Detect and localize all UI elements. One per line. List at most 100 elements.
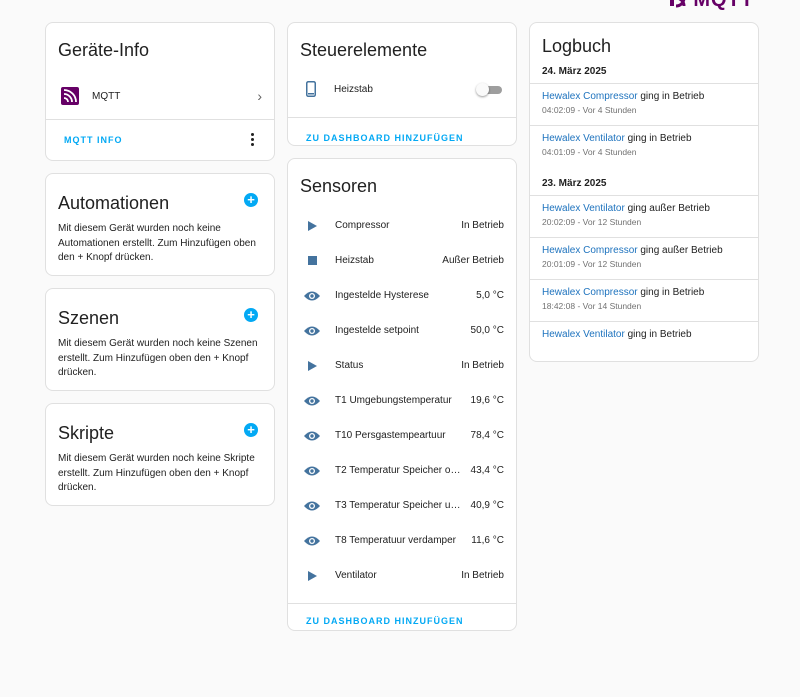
add-sensors-to-dashboard-button[interactable]: ZU DASHBOARD HINZUFÜGEN	[296, 610, 474, 630]
mqtt-logo-icon	[670, 0, 686, 8]
sensor-value: In Betrieb	[461, 570, 504, 581]
automations-empty-text: Mit diesem Gerät wurden noch keine Autom…	[58, 223, 256, 263]
chevron-right-icon: ›	[257, 88, 262, 104]
eye-icon	[303, 291, 321, 301]
more-vert-icon[interactable]	[242, 133, 262, 146]
log-entry: Hewalex Ventilator ging außer Betrieb 20:…	[530, 195, 758, 237]
sensor-row[interactable]: T10 Persgastempeartuur 78,4 °C	[288, 418, 516, 453]
sensor-name: T1 Umgebungstemperatur	[335, 395, 452, 406]
device-info-actions: MQTT INFO	[46, 119, 274, 159]
sensor-row[interactable]: Ventilator In Betrieb	[288, 558, 516, 593]
eye-icon	[303, 466, 321, 476]
add-scene-button[interactable]: +	[244, 308, 258, 322]
controls-card: Steuerelemente Heizstab ZU DASHBOARD HIN…	[287, 22, 517, 146]
mqtt-logo: MQTT	[670, 0, 754, 11]
log-time: 20:02:09 - Vor 12 Stunden	[542, 217, 642, 227]
log-entity-link[interactable]: Hewalex Ventilator	[542, 329, 625, 340]
add-automation-button[interactable]: +	[244, 193, 258, 207]
eye-icon	[303, 396, 321, 406]
log-time: 04:02:09 - Vor 4 Stunden	[542, 105, 637, 115]
add-to-dashboard-button[interactable]: ZU DASHBOARD HINZUFÜGEN	[296, 127, 474, 146]
log-entry: Hewalex Compressor ging in Betrieb 18:42:…	[530, 279, 758, 321]
sensor-name: T2 Temperatur Speicher oben	[335, 465, 465, 476]
log-message: Hewalex Compressor ging in Betrieb	[542, 90, 746, 103]
sensor-row[interactable]: Heizstab Außer Betrieb	[288, 243, 516, 278]
sensor-row[interactable]: Compressor In Betrieb	[288, 208, 516, 243]
log-text: ging in Betrieb	[624, 329, 692, 340]
column-logbook: Logbuch 24. März 2025 Hewalex Compressor …	[529, 22, 759, 374]
control-row-heizstab[interactable]: Heizstab	[288, 73, 516, 105]
sensor-row[interactable]: T8 Temperatuur verdamper 11,6 °C	[288, 523, 516, 558]
sensors-actions: ZU DASHBOARD HINZUFÜGEN	[288, 603, 516, 630]
log-text: ging in Betrieb	[624, 133, 692, 144]
add-script-button[interactable]: +	[244, 423, 258, 437]
log-message: Hewalex Ventilator ging in Betrieb	[542, 328, 746, 341]
eye-icon	[303, 536, 321, 546]
scenes-card: Szenen + Mit diesem Gerät wurden noch ke…	[45, 288, 275, 391]
sensor-name: T8 Temperatuur verdamper	[335, 535, 456, 546]
sensor-name: Ingestelde Hysterese	[335, 290, 429, 301]
sensor-name: Heizstab	[335, 255, 374, 266]
sensor-row[interactable]: T3 Temperatur Speicher unten 40,9 °C	[288, 488, 516, 523]
log-entity-link[interactable]: Hewalex Compressor	[542, 91, 638, 102]
log-entity-link[interactable]: Hewalex Compressor	[542, 287, 638, 298]
sensor-value: In Betrieb	[461, 360, 504, 371]
sensor-name: T10 Persgastempeartuur	[335, 430, 446, 441]
sensor-row[interactable]: Ingestelde setpoint 50,0 °C	[288, 313, 516, 348]
logbook-list: 24. März 2025 Hewalex Compressor ging in …	[530, 61, 758, 349]
integration-label: MQTT	[92, 90, 121, 102]
log-text: ging in Betrieb	[637, 287, 705, 298]
sensor-row[interactable]: T2 Temperatur Speicher oben 43,4 °C	[288, 453, 516, 488]
sensor-row[interactable]: Status In Betrieb	[288, 348, 516, 383]
scripts-card: Skripte + Mit diesem Gerät wurden noch k…	[45, 403, 275, 506]
log-entry: Hewalex Ventilator ging in Betrieb 04:01:…	[530, 125, 758, 167]
device-info-card: Geräte-Info MQTT › MQTT INFO	[45, 22, 275, 161]
sensor-value: 43,4 °C	[470, 465, 504, 476]
sensor-value: 11,6 °C	[471, 535, 504, 546]
log-message: Hewalex Ventilator ging außer Betrieb	[542, 202, 746, 215]
column-device-info: Geräte-Info MQTT › MQTT INFO Automatione…	[45, 22, 275, 518]
sensor-name: T3 Temperatur Speicher unten	[335, 500, 465, 511]
heizstab-toggle[interactable]	[476, 83, 502, 96]
log-time: 20:01:09 - Vor 12 Stunden	[542, 259, 642, 269]
sensor-list: Compressor In Betrieb Heizstab Außer Betrie…	[288, 208, 516, 593]
sensor-value: 50,0 °C	[470, 325, 504, 336]
scripts-title: Skripte	[58, 423, 115, 443]
log-message: Hewalex Compressor ging außer Betrieb	[542, 244, 746, 257]
play-icon	[303, 360, 321, 371]
sensors-card: Sensoren Compressor In Betrieb Heizstab Auß…	[287, 158, 517, 631]
log-entry: Hewalex Compressor ging in Betrieb 04:02:…	[530, 83, 758, 125]
sensor-row[interactable]: T1 Umgebungstemperatur 19,6 °C	[288, 383, 516, 418]
log-entity-link[interactable]: Hewalex Compressor	[542, 245, 638, 256]
sensor-value: In Betrieb	[461, 220, 504, 231]
automations-title: Automationen	[58, 193, 170, 213]
log-time: 18:42:08 - Vor 14 Stunden	[542, 301, 642, 311]
phone-icon	[304, 81, 318, 97]
log-message: Hewalex Ventilator ging in Betrieb	[542, 132, 746, 145]
mqtt-info-button[interactable]: MQTT INFO	[54, 129, 133, 151]
eye-icon	[303, 501, 321, 511]
play-icon	[303, 570, 321, 581]
log-entity-link[interactable]: Hewalex Ventilator	[542, 133, 625, 144]
control-label: Heizstab	[334, 83, 373, 95]
sensor-name: Ingestelde setpoint	[335, 325, 419, 336]
sensor-value: 40,9 °C	[470, 500, 504, 511]
log-entity-link[interactable]: Hewalex Ventilator	[542, 203, 625, 214]
column-entities: Steuerelemente Heizstab ZU DASHBOARD HIN…	[287, 22, 517, 643]
sensors-title: Sensoren	[300, 176, 378, 196]
sensor-name: Ventilator	[335, 570, 377, 581]
integration-row-mqtt[interactable]: MQTT ›	[46, 75, 274, 117]
sensor-value: Außer Betrieb	[442, 255, 504, 266]
device-info-title: Geräte-Info	[58, 40, 150, 60]
play-icon	[303, 220, 321, 231]
sensor-row[interactable]: Ingestelde Hysterese 5,0 °C	[288, 278, 516, 313]
stop-icon	[303, 256, 321, 265]
log-text: ging in Betrieb	[637, 91, 705, 102]
logbook-card: Logbuch 24. März 2025 Hewalex Compressor …	[529, 22, 759, 362]
log-text: ging außer Betrieb	[624, 203, 710, 214]
log-date: 23. März 2025	[542, 178, 607, 189]
logo-text: MQTT	[693, 0, 754, 11]
sensor-name: Status	[335, 360, 364, 371]
log-time: 04:01:09 - Vor 4 Stunden	[542, 147, 637, 157]
log-text: ging außer Betrieb	[637, 245, 723, 256]
